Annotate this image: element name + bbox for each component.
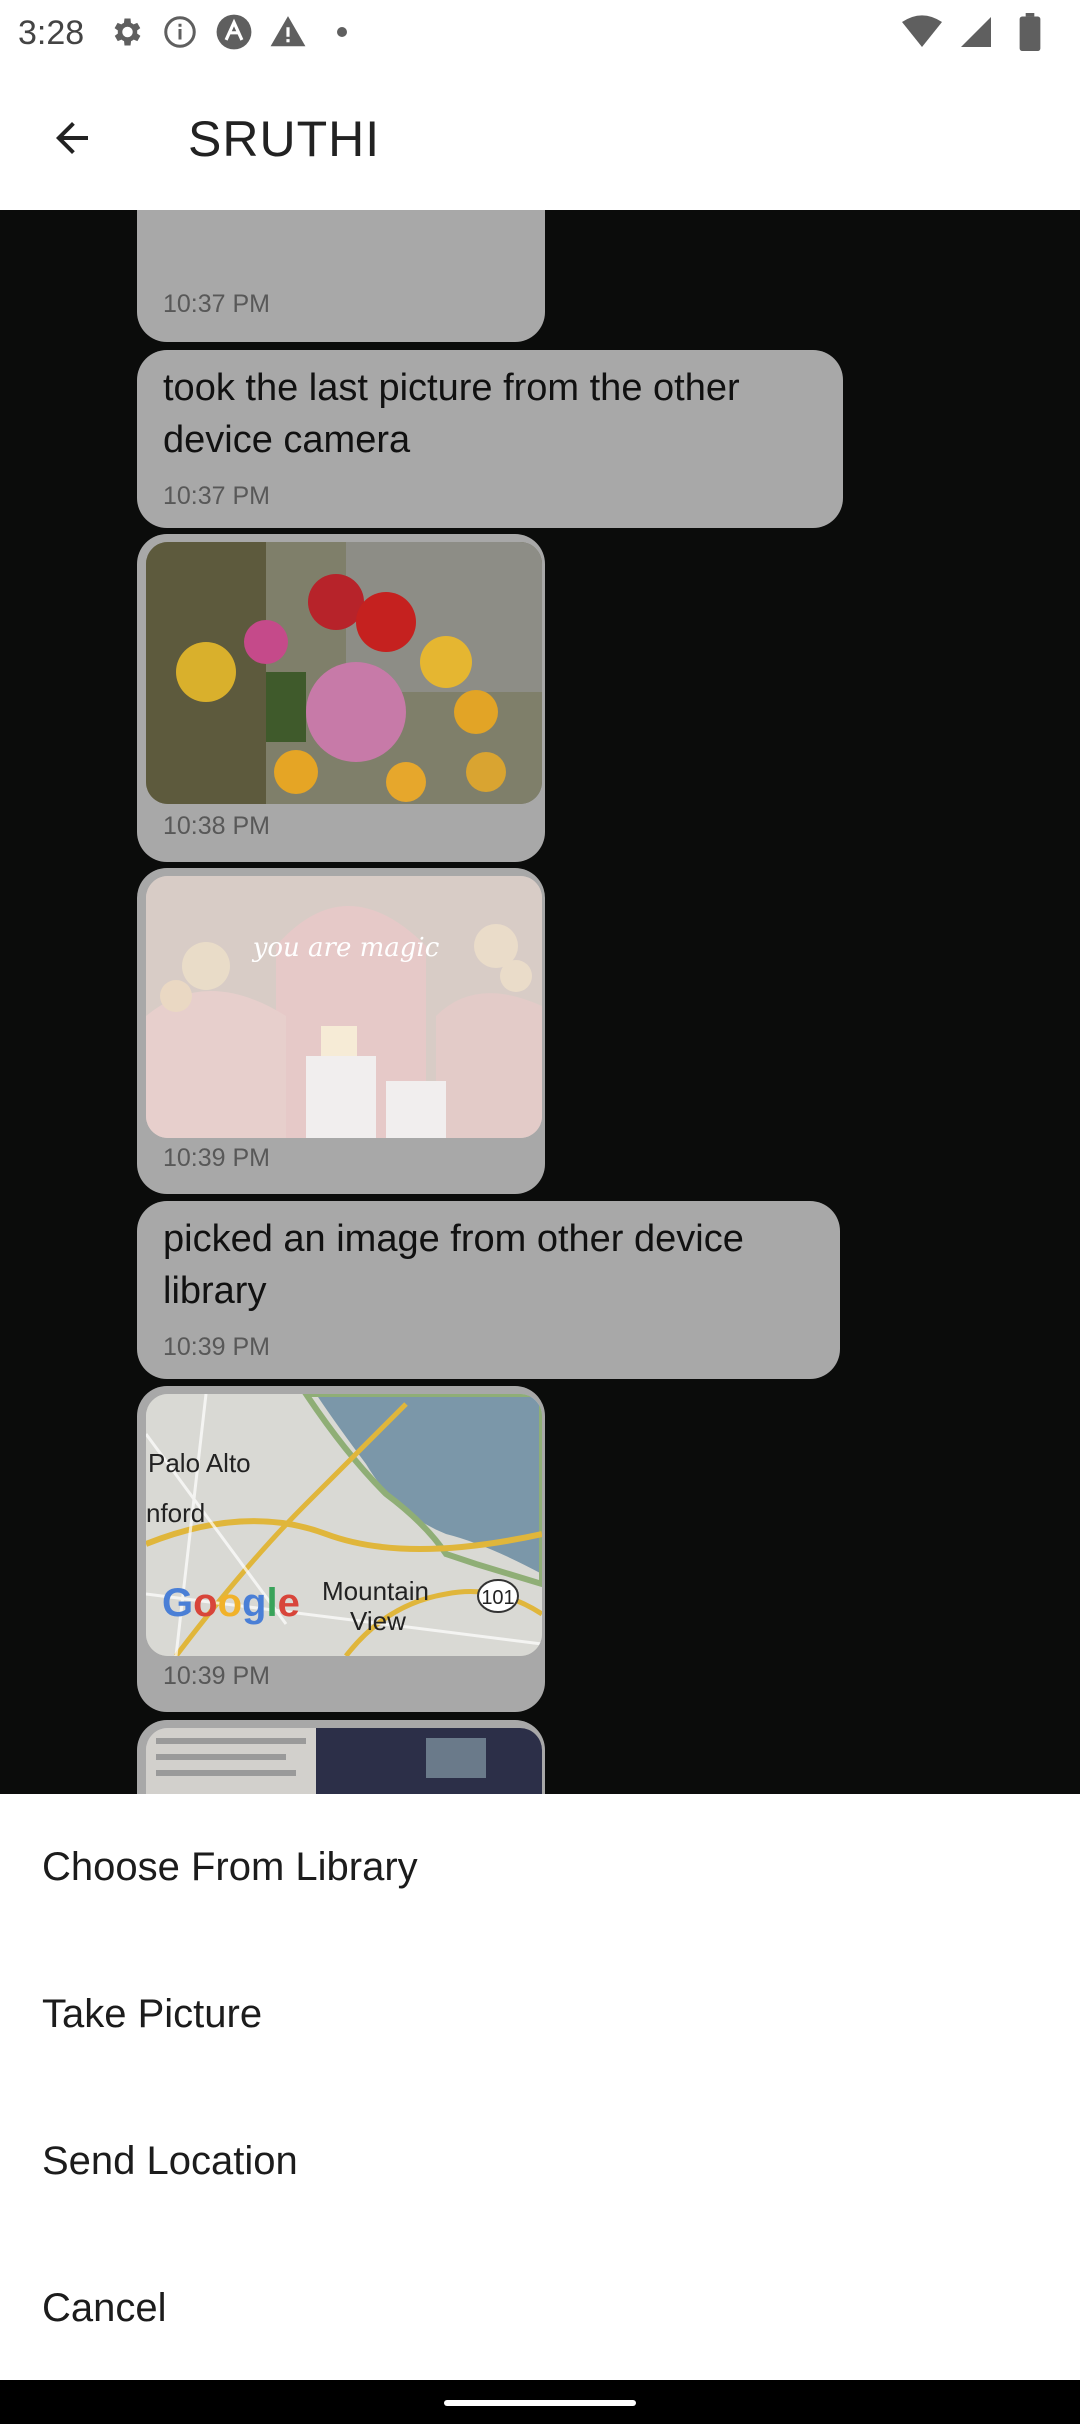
message-bubble[interactable] [137,1720,545,1794]
status-icons-left [106,12,362,52]
message-bubble[interactable]: picked an image from other device librar… [137,1201,840,1379]
battery-icon [1010,12,1050,52]
settings-icon [106,12,146,52]
message-bubble[interactable]: Palo Alto nford Mountain View 101 Google … [137,1386,545,1712]
navigation-bar [0,2380,1080,2424]
message-text: took the last picture from the other dev… [163,367,740,461]
message-bubble[interactable]: you are magic 10:39 PM [137,868,545,1194]
page-title: SRUTHI [188,111,381,167]
map-image[interactable]: Palo Alto nford Mountain View 101 Google [146,1394,542,1656]
message-image[interactable] [146,1728,542,1794]
status-time: 3:28 [18,14,85,52]
arrow-back-icon [56,122,88,154]
dot-icon [322,12,362,52]
cancel-option[interactable]: Cancel [0,2235,1080,2381]
back-button[interactable] [40,106,104,170]
message-bubble[interactable]: 10:37 PM [137,210,545,342]
action-sheet: Choose From Library Take Picture Send Lo… [0,1794,1080,2380]
signal-icon [956,12,996,52]
home-handle[interactable] [444,2400,636,2406]
message-time: 10:38 PM [163,812,271,840]
a-icon [214,12,254,52]
message-time: 10:39 PM [163,1144,271,1172]
info-icon [160,12,200,52]
warning-icon [268,12,308,52]
message-list[interactable]: 10:37 PM took the last picture from the … [0,210,1080,1794]
message-time: 10:37 PM [163,290,271,318]
choose-from-library-option[interactable]: Choose From Library [0,1794,1080,1940]
message-time: 10:39 PM [163,1333,271,1361]
map-label: 101 [481,1587,514,1609]
app-bar: SRUTHI [0,66,1080,210]
message-image[interactable] [146,542,542,804]
message-bubble[interactable]: took the last picture from the other dev… [137,350,843,528]
message-text: picked an image from other device librar… [163,1218,744,1312]
message-image[interactable]: you are magic [146,876,542,1138]
send-location-option[interactable]: Send Location [0,2088,1080,2234]
wifi-icon [902,12,942,52]
take-picture-option[interactable]: Take Picture [0,1941,1080,2087]
photo-text: you are magic [252,933,440,963]
map-label: nford [146,1498,205,1528]
message-time: 10:37 PM [163,482,271,510]
message-bubble[interactable]: 10:38 PM [137,534,545,862]
google-logo: Google [162,1581,300,1625]
status-bar: 3:28 [0,0,1080,66]
status-icons-right [902,12,1050,52]
map-label: Palo Alto [148,1448,251,1478]
message-time: 10:39 PM [163,1662,271,1690]
